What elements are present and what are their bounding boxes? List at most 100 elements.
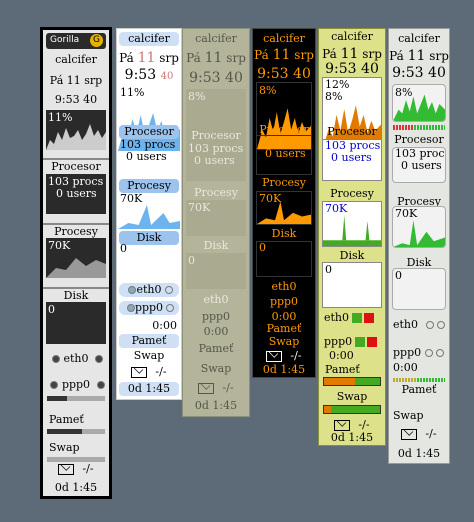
eth0-led-icon (51, 355, 60, 363)
theme-column-gorilla: Gorilla G calcifer Pá 11 srp 9:53 40 11%… (40, 27, 112, 499)
date-label: Pá 11 srp (186, 51, 246, 65)
mem-meter (323, 377, 381, 386)
disk-value: 0 (120, 243, 127, 255)
gorilla-logo-text: Gorilla (50, 35, 80, 45)
disk-graph: 0 (118, 243, 180, 281)
mail-icon (266, 350, 283, 362)
eth0-led2-icon (364, 313, 375, 323)
procesy-value: 70K (120, 193, 143, 205)
mail-icon (401, 428, 418, 440)
procs-count: 103 procs (395, 147, 446, 160)
procesy-value: 70K (325, 202, 348, 215)
procs-graph: 103 procs 0 users (186, 141, 246, 181)
procs-graph: 103 procs 0 users (256, 135, 312, 175)
mem-label: Pameť (266, 322, 302, 335)
disk-label: Disk (203, 239, 229, 252)
mem-label: Pameť (49, 413, 84, 426)
ppp0-led-icon (355, 337, 366, 347)
swap-label: Swap (133, 349, 165, 362)
procs-count: 103 procs (259, 135, 312, 148)
procs-count: 103 procs (48, 175, 104, 188)
disk-label: Disk (43, 287, 109, 303)
clock-label: 9:53 40 (325, 62, 379, 76)
ppp0-meter (47, 396, 105, 401)
cpu-percent: 11% (48, 111, 73, 124)
cpu-meter (393, 125, 445, 130)
swap-label: Swap (393, 409, 424, 422)
cpu-graph: 11% (46, 110, 106, 150)
disk-value: 0 (188, 254, 195, 267)
users-count: 0 users (194, 154, 235, 167)
procs-count: 103 procs (188, 142, 244, 155)
eth0-led-icon (352, 313, 363, 323)
theme-column-blue: calcifer Pá 11 srp 9:53 40 11% Procesor … (116, 28, 182, 400)
mem-label: Pameť (119, 334, 179, 348)
disk-value: 0 (48, 303, 55, 316)
mail-row[interactable]: -/- (319, 418, 385, 432)
mail-row[interactable]: -/- (389, 427, 449, 441)
date-label: Pá 11 srp (254, 48, 314, 62)
ppp0-led2-icon (166, 304, 175, 312)
ppp0-led-icon (425, 349, 434, 357)
ppp0-led2-icon (96, 381, 105, 389)
procs-count: 103 procs (120, 139, 176, 151)
procesy-value: 70K (188, 201, 211, 214)
uptime-label: 0d 1:45 (330, 431, 374, 444)
ppp0-row: ppp0 (389, 346, 449, 360)
theme-column-grey: calcifer Pá 11 srp 9:53 40 8% Procesor 1… (388, 28, 450, 464)
gorilla-logo-icon: G (90, 34, 103, 47)
swap-meter (323, 405, 381, 414)
mem-label: Pameť (401, 383, 437, 396)
cpu-percent: 8% (259, 84, 277, 97)
uptime-label: 0d 1:45 (54, 481, 98, 494)
date-label: Pá 11 srp (322, 47, 382, 61)
ppp0-led-icon (126, 304, 135, 312)
mail-row[interactable]: -/- (117, 365, 181, 379)
ppp0-row: ppp0 (43, 378, 109, 392)
procs-graph: 103 procs 0 users (46, 174, 106, 214)
cpu-graph: 8% (392, 84, 446, 122)
cpu-percent: 12% (325, 78, 350, 91)
mail-row[interactable]: -/- (43, 462, 109, 476)
mail-icon (131, 366, 148, 378)
hostname-label: calcifer (398, 32, 440, 45)
procs-graph: 103 procs 0 users (118, 139, 180, 175)
eth0-row: eth0 (271, 280, 297, 293)
procs-graph: 103 procs 0 users (322, 139, 382, 181)
uptime-label: 0d 1:45 (119, 382, 179, 396)
mem-label: Pameť (198, 342, 234, 355)
clock-label: 9:53 40 (124, 68, 174, 83)
logo-bar: Gorilla G (46, 33, 106, 49)
ppp0-led2-icon (367, 337, 378, 347)
mail-row[interactable]: -/- (183, 381, 249, 395)
eth0-led-icon (426, 321, 435, 329)
cpu-percent: 8% (395, 86, 413, 99)
procesor-label: Procesor (43, 158, 109, 174)
mail-icon (58, 463, 75, 475)
disk-label: Disk (271, 227, 297, 240)
eth0-row: eth0 (43, 352, 109, 366)
hostname-label: calcifer (195, 32, 237, 45)
procesor-label: Procesor (119, 125, 179, 139)
net-rate: 0:00 (152, 319, 177, 332)
ppp0-row: ppp0 (119, 301, 179, 315)
hostname-label: calcifer (55, 53, 97, 66)
procesy-graph: 70K (322, 201, 382, 247)
eth0-row: eth0 (203, 293, 229, 306)
net-rate: 0:00 (203, 325, 229, 338)
procesy-label: Procesy (330, 187, 374, 200)
procesor-label: Procesor (327, 125, 377, 138)
swap-label: Swap (336, 390, 368, 403)
net-rate: 0:00 (393, 361, 418, 374)
procs-graph: 103 procs 0 users (392, 147, 446, 183)
users-count: 0 users (126, 150, 167, 163)
uptime-label: 0d 1:45 (262, 363, 306, 376)
mail-icon (334, 419, 351, 431)
mail-row[interactable]: -/- (253, 349, 315, 363)
swap-label: Swap (200, 362, 232, 375)
ppp0-led-icon (50, 381, 59, 389)
cpu-percent: 8% (188, 90, 206, 103)
procesy-label: Procesy (43, 223, 109, 239)
disk-graph: 0 (322, 262, 382, 308)
disk-graph: 0 (186, 253, 246, 289)
